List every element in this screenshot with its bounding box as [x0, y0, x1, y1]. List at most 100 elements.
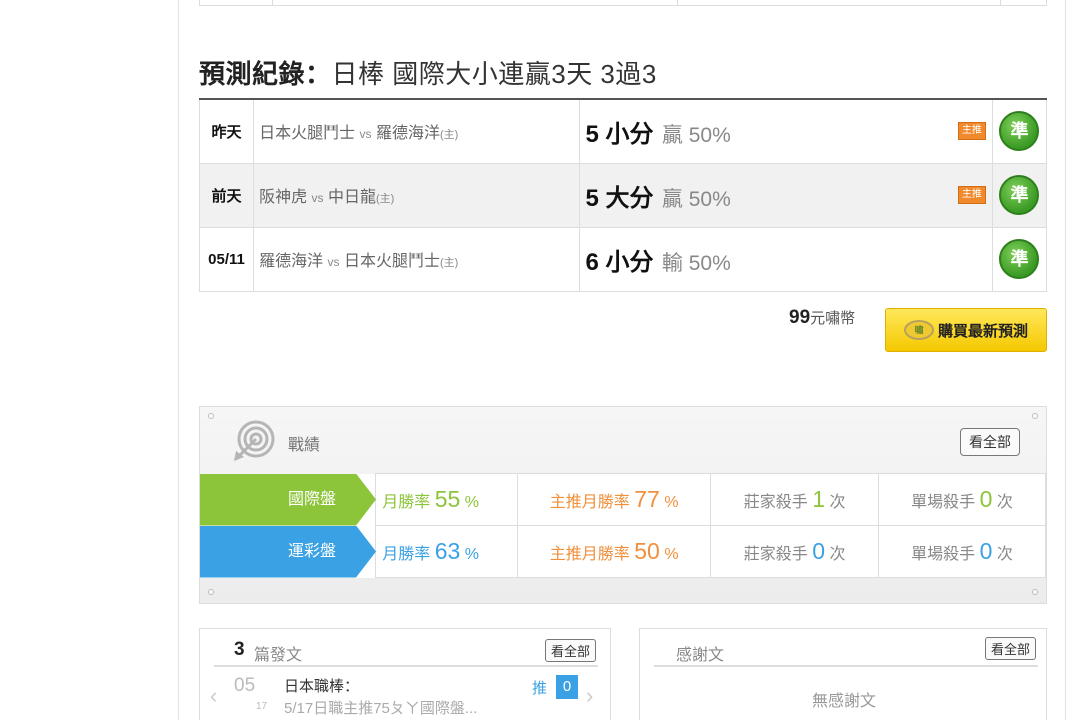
single-game-killer: 單場殺手 0 次 — [878, 525, 1046, 578]
pick-value: 5 小分 — [585, 120, 654, 148]
rivet-icon — [1032, 589, 1038, 595]
pick-result: 贏 50% — [661, 187, 731, 211]
view-all-performance-button[interactable]: 看全部 — [960, 428, 1020, 456]
pick-value: 5 大分 — [585, 184, 654, 212]
performance-header: 戰績 看全部 — [200, 407, 1046, 473]
posts-panel: 3 篇發文 看全部 ‹ 05 17 日本職棒： 5/17日職主推75ㄆㄚ國際盤.… — [199, 628, 611, 720]
price-value: 99 — [789, 307, 811, 328]
team-home: 日本火腿鬥士 — [259, 125, 356, 143]
host-mark: (主) — [376, 193, 395, 205]
market-label-bar: 國際盤 — [200, 473, 376, 526]
bookie-killer-value: 0 — [812, 538, 825, 564]
team-home: 羅德海洋 — [259, 253, 324, 270]
record-row: 前天 阪神虎 vs 中日龍(主) 5 大分 贏 50% 主推 準 — [198, 162, 1048, 228]
single-game-killer-value: 0 — [979, 538, 993, 564]
divider — [272, 0, 273, 6]
team-home: 阪神虎 — [259, 189, 308, 206]
main-pick-win-rate-value: 77 — [634, 486, 660, 512]
record-title-text: 日棒 國際大小連贏3天 3過3 — [331, 59, 657, 89]
main-pick-badge: 主推 — [957, 122, 986, 140]
pick-result: 輸 50% — [661, 251, 731, 275]
market-label-bar: 運彩盤 — [200, 525, 376, 578]
post-item[interactable]: ‹ 05 17 日本職棒： 5/17日職主推75ㄆㄚ國際盤... 推 0 › — [210, 675, 600, 717]
record-date: 05/11 — [198, 226, 255, 292]
vs-label: vs — [311, 191, 324, 205]
view-all-thanks-button[interactable]: 看全部 — [984, 637, 1036, 660]
bookie-killer: 莊家殺手 1 次 — [710, 473, 880, 526]
divider — [1000, 0, 1001, 6]
performance-row: 國際盤 月勝率 55 % 主推月勝率 77 % 莊家殺手 1 次 單場殺手 0 … — [200, 473, 1046, 526]
vs-label: vs — [327, 255, 340, 269]
monthly-win-rate-value: 63 — [434, 538, 461, 564]
thanks-panel: 感謝文 看全部 無感謝文 — [639, 628, 1047, 720]
thanks-header: 感謝文 看全部 — [654, 637, 1038, 667]
accurate-badge: 準 — [999, 239, 1040, 279]
performance-table: 國際盤 月勝率 55 % 主推月勝率 77 % 莊家殺手 1 次 單場殺手 0 … — [200, 473, 1046, 578]
performance-row: 運彩盤 月勝率 63 % 主推月勝率 50 % 莊家殺手 0 次 單場殺手 0 … — [200, 525, 1046, 578]
chevron-left-icon[interactable]: ‹ — [210, 683, 217, 709]
main-pick-win-rate: 主推月勝率 77 % — [517, 473, 712, 526]
chevron-right-icon[interactable]: › — [586, 683, 593, 709]
record-pick: 5 大分 贏 50% 主推 — [579, 162, 993, 228]
main-column: 預測紀錄：日棒 國際大小連贏3天 3過3 昨天 日本火腿鬥士 vs 羅德海洋(主… — [178, 0, 1066, 720]
bookie-killer-value: 1 — [812, 486, 825, 512]
pick-result: 贏 50% — [661, 123, 731, 147]
market-label: 運彩盤 — [200, 525, 376, 578]
rivet-icon — [208, 589, 214, 595]
record-pick: 6 小分 輸 50% — [579, 226, 993, 292]
record-pick: 5 小分 贏 50% 主推 — [579, 98, 993, 164]
no-thanks-message: 無感謝文 — [811, 693, 876, 710]
posts-header: 3 篇發文 看全部 — [214, 639, 598, 667]
view-all-posts-button[interactable]: 看全部 — [544, 639, 596, 662]
record-date: 昨天 — [198, 98, 255, 164]
monthly-win-rate: 月勝率 55 % — [375, 473, 519, 526]
accurate-badge: 準 — [999, 111, 1040, 152]
record-title: 預測紀錄：日棒 國際大小連贏3天 3過3 — [199, 54, 657, 91]
performance-panel: 戰績 看全部 國際盤 月勝率 55 % 主推月勝率 77 % 莊家殺手 1 次 … — [199, 406, 1047, 604]
post-day: 17 — [256, 701, 268, 712]
record-row: 昨天 日本火腿鬥士 vs 羅德海洋(主) 5 小分 贏 50% 主推 準 — [198, 98, 1048, 164]
record-title-label: 預測紀錄： — [199, 59, 332, 89]
team-away: 羅德海洋 — [375, 125, 440, 143]
post-count-label: 篇發文 — [254, 647, 303, 664]
post-month: 05 — [234, 675, 256, 696]
single-game-killer-value: 0 — [979, 486, 993, 512]
thanks-title: 感謝文 — [676, 647, 725, 664]
record-date: 前天 — [198, 162, 255, 228]
team-away: 中日龍 — [327, 189, 376, 206]
record-match[interactable]: 阪神虎 vs 中日龍(主) — [253, 162, 581, 228]
record-row: 05/11 羅德海洋 vs 日本火腿鬥士(主) 6 小分 輸 50% 準 — [198, 226, 1048, 292]
post-snippet: 5/17日職主推75ㄆㄚ國際盤... — [284, 700, 478, 717]
post-title: 日本職棒： — [284, 678, 360, 695]
bookie-killer: 莊家殺手 0 次 — [710, 525, 880, 578]
performance-title: 戰績 — [288, 437, 321, 454]
push-count: 0 — [556, 675, 578, 699]
host-mark: (主) — [440, 129, 459, 142]
post-count: 3 — [234, 639, 245, 660]
record-match[interactable]: 日本火腿鬥士 vs 羅德海洋(主) — [253, 98, 581, 164]
vs-label: vs — [359, 127, 372, 142]
monthly-win-rate: 月勝率 63 % — [375, 525, 519, 578]
host-mark: (主) — [440, 257, 459, 269]
main-pick-win-rate-value: 50 — [634, 538, 660, 564]
price-label: 99元嘯幣 — [789, 307, 855, 329]
record-accuracy: 準 — [991, 162, 1048, 228]
single-game-killer: 單場殺手 0 次 — [878, 473, 1046, 526]
pick-value: 6 小分 — [585, 248, 654, 276]
main-pick-badge: 主推 — [957, 185, 986, 204]
divider — [677, 0, 678, 6]
team-away: 日本火腿鬥士 — [343, 253, 440, 270]
target-icon — [234, 420, 275, 461]
previous-table-stub — [199, 0, 1047, 6]
main-pick-win-rate: 主推月勝率 50 % — [517, 525, 712, 578]
record-table: 昨天 日本火腿鬥士 vs 羅德海洋(主) 5 小分 贏 50% 主推 準 前天 … — [198, 98, 1048, 292]
currency-label: 元嘯幣 — [810, 310, 856, 327]
buy-button-label: 購買最新預測 — [937, 322, 1028, 340]
record-accuracy: 準 — [991, 98, 1048, 164]
record-accuracy: 準 — [991, 226, 1048, 292]
monthly-win-rate-value: 55 — [434, 486, 461, 512]
coin-icon: 嘯 — [903, 320, 934, 340]
record-match[interactable]: 羅德海洋 vs 日本火腿鬥士(主) — [253, 226, 581, 292]
buy-latest-prediction-button[interactable]: 嘯 購買最新預測 — [885, 308, 1047, 352]
accurate-badge: 準 — [999, 175, 1040, 215]
